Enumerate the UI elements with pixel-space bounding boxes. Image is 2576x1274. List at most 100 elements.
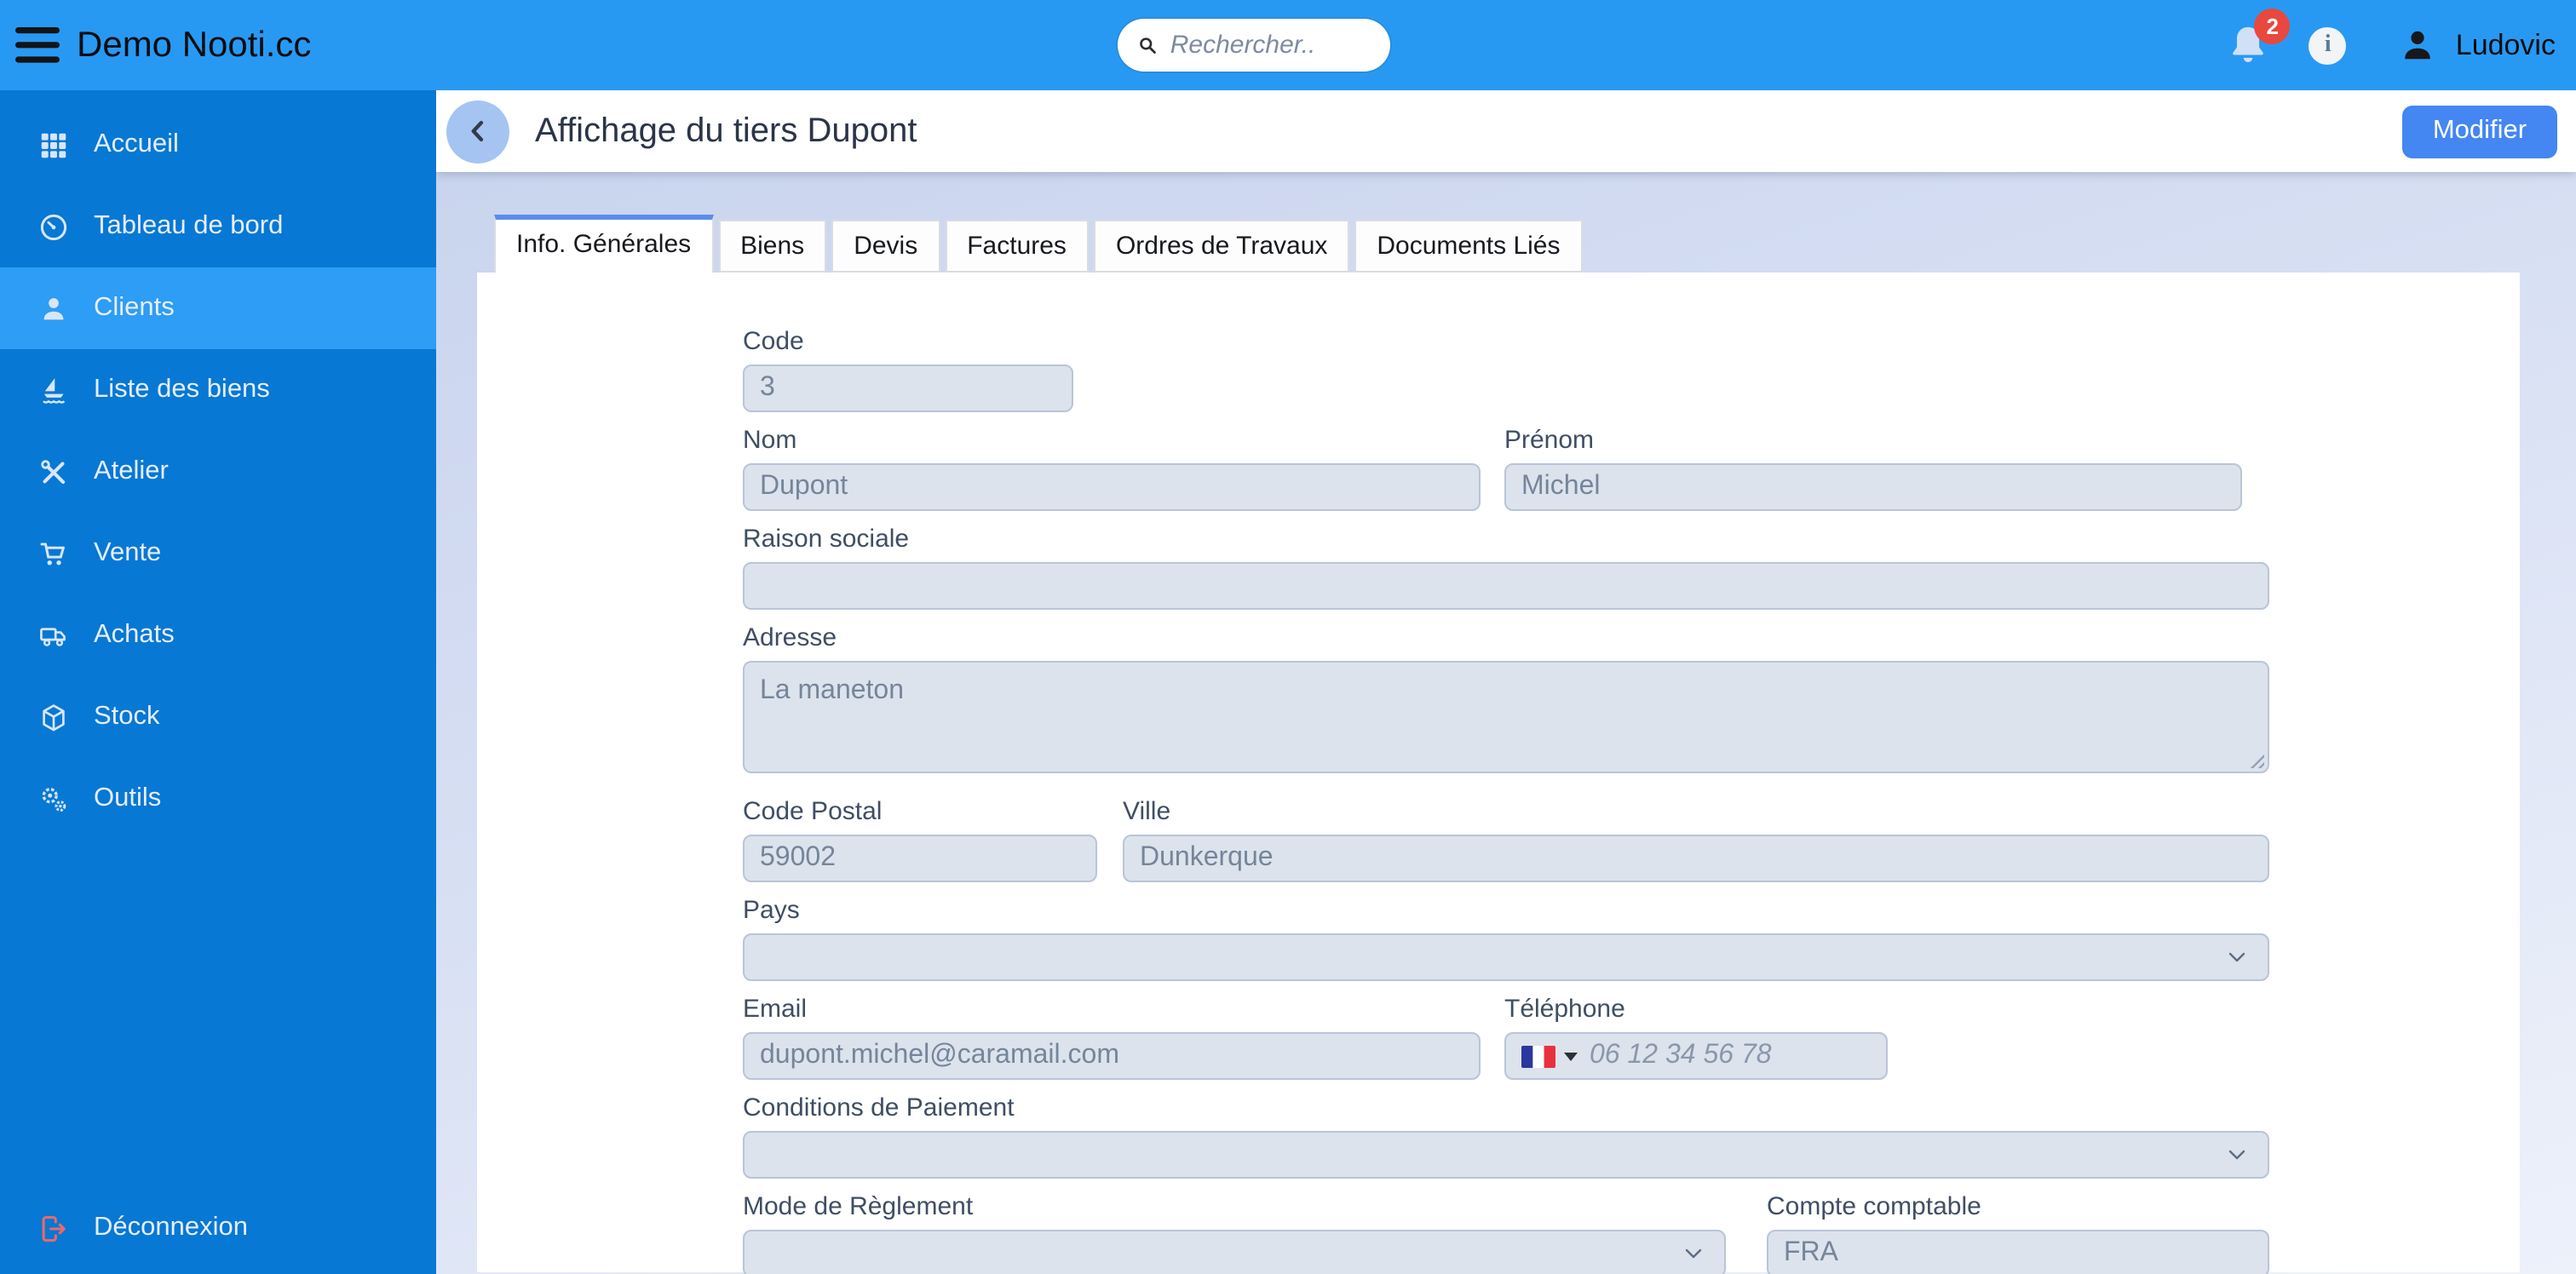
adresse-textarea[interactable]: La maneton [743, 661, 2269, 773]
field-label: Compte comptable [1767, 1192, 1981, 1221]
tab-devis[interactable]: Devis [831, 220, 940, 273]
cart-icon [40, 542, 65, 565]
field-code: Code [743, 327, 1073, 412]
telephone-input[interactable] [1590, 1041, 1871, 1071]
field-email: Email [743, 995, 1481, 1080]
username: Ludovic [2455, 28, 2556, 60]
sidebar-item-label: Tableau de bord [94, 211, 284, 240]
france-flag-icon[interactable] [1521, 1045, 1555, 1067]
app-window: Demo Nooti.cc 2 i [0, 0, 2576, 1274]
sidebar-item-vente[interactable]: Vente [0, 513, 436, 594]
sidebar-item-label: Liste des biens [94, 375, 270, 404]
pays-select[interactable] [743, 933, 2269, 981]
gears-icon [42, 787, 66, 812]
page-title: Affichage du tiers Dupont [535, 112, 917, 149]
info-icon[interactable]: i [2309, 26, 2347, 64]
modifier-button[interactable]: Modifier [2402, 105, 2557, 158]
nom-input[interactable] [743, 463, 1481, 511]
sidebar-item-accueil[interactable]: Accueil [0, 104, 436, 186]
telephone-input-wrap [1504, 1032, 1888, 1080]
sidebar-item-label: Déconnexion [94, 1213, 248, 1242]
sidebar-item-label: Vente [94, 538, 162, 567]
content-body: Info. Générales Biens Devis Factures Ord… [436, 172, 2576, 1274]
main-area: Affichage du tiers Dupont Modifier Info.… [436, 90, 2576, 1274]
field-compte-comptable: Compte comptable [1767, 1192, 2269, 1274]
user-menu[interactable]: Ludovic [2398, 25, 2556, 66]
sidebar-item-stock[interactable]: Stock [0, 676, 436, 758]
sidebar-item-label: Outils [94, 783, 162, 812]
sidebar: Accueil Tableau de bord Clients Liste de… [0, 90, 436, 1274]
user-icon [2405, 30, 2431, 59]
chevron-down-icon [1685, 1248, 1702, 1259]
prenom-input[interactable] [1504, 463, 2242, 511]
tools-icon [41, 459, 66, 484]
sidebar-item-liste-des-biens[interactable]: Liste des biens [0, 349, 436, 431]
brand: Demo Nooti.cc [0, 25, 311, 66]
ville-input[interactable] [1123, 835, 2269, 882]
hamburger-icon[interactable] [15, 27, 60, 63]
tab-documents-lies[interactable]: Documents Liés [1354, 220, 1583, 273]
search-input[interactable] [1170, 31, 1373, 60]
field-label: Ville [1123, 797, 1171, 826]
sidebar-item-tableau-de-bord[interactable]: Tableau de bord [0, 186, 436, 267]
conditions-paiement-select[interactable] [743, 1131, 2269, 1179]
field-label: Adresse [743, 623, 837, 652]
field-label: Code [743, 327, 804, 356]
compte-comptable-input[interactable] [1767, 1230, 2269, 1274]
grid-icon [41, 132, 66, 158]
sidebar-item-atelier[interactable]: Atelier [0, 431, 436, 513]
tab-bar: Info. Générales Biens Devis Factures Ord… [494, 215, 2520, 273]
field-mode-reglement: Mode de Règlement [743, 1192, 1726, 1274]
logout-icon [42, 1215, 66, 1241]
sidebar-item-label: Achats [94, 620, 175, 649]
sidebar-item-label: Clients [94, 293, 175, 322]
field-nom: Nom [743, 426, 1481, 511]
field-code-postal: Code Postal [743, 797, 1097, 882]
field-label: Téléphone [1504, 995, 1625, 1024]
field-label: Mode de Règlement [743, 1192, 974, 1221]
sidebar-item-deconnexion[interactable]: Déconnexion [0, 1187, 436, 1269]
search-icon [1140, 37, 1156, 54]
package-icon [43, 703, 65, 731]
chevron-left-icon [470, 120, 483, 142]
field-label: Pays [743, 896, 800, 925]
tab-content-panel: Code Nom Prénom Rai [477, 273, 2520, 1274]
sidebar-item-label: Stock [94, 702, 160, 731]
sidebar-item-outils[interactable]: Outils [0, 758, 436, 840]
client-form: Code Nom Prénom Rai [477, 273, 2520, 1274]
top-bar: Demo Nooti.cc 2 i [0, 0, 2576, 90]
back-button[interactable] [446, 100, 509, 163]
field-label: Prénom [1504, 426, 1595, 455]
tab-ordres-de-travaux[interactable]: Ordres de Travaux [1093, 220, 1350, 273]
notifications-button[interactable]: 2 [2226, 9, 2291, 68]
person-icon [43, 297, 64, 319]
brand-label: Demo Nooti.cc [77, 25, 312, 64]
sidebar-item-label: Accueil [94, 129, 179, 158]
field-label: Conditions de Paiement [743, 1093, 1015, 1122]
truck-icon [40, 627, 66, 646]
field-ville: Ville [1123, 797, 2269, 882]
field-label: Raison sociale [743, 525, 910, 554]
sidebar-item-achats[interactable]: Achats [0, 594, 436, 676]
sidebar-item-clients[interactable]: Clients [0, 267, 436, 349]
chevron-down-icon [2228, 952, 2245, 962]
resize-handle-icon[interactable] [2247, 751, 2264, 768]
raison-sociale-input[interactable] [743, 562, 2269, 610]
field-raison-sociale: Raison sociale [743, 525, 2269, 610]
tab-biens[interactable]: Biens [718, 220, 827, 273]
chevron-down-icon [2228, 1150, 2245, 1160]
field-pays: Pays [743, 896, 2269, 981]
email-input[interactable] [743, 1032, 1481, 1080]
search-box[interactable] [1118, 19, 1390, 72]
tab-info-generales[interactable]: Info. Générales [494, 215, 714, 273]
mode-reglement-select[interactable] [743, 1230, 1726, 1274]
field-prenom: Prénom [1504, 426, 2242, 511]
notification-badge: 2 [2254, 9, 2291, 44]
code-postal-input[interactable] [743, 835, 1097, 882]
code-input[interactable] [743, 364, 1073, 412]
tab-factures[interactable]: Factures [945, 220, 1089, 273]
page-header: Affichage du tiers Dupont Modifier [436, 90, 2576, 172]
flag-caret-icon [1564, 1052, 1578, 1060]
field-label: Code Postal [743, 797, 883, 826]
sidebar-nav: Accueil Tableau de bord Clients Liste de… [0, 90, 436, 840]
